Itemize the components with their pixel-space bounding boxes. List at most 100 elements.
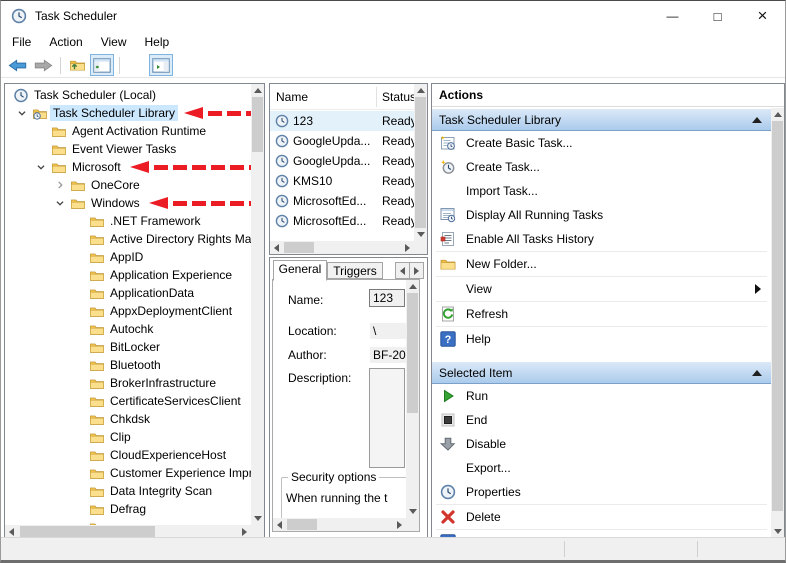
scroll-down-button[interactable]	[251, 512, 264, 525]
tree-expander-down-icon[interactable]	[15, 106, 32, 120]
scroll-left-button[interactable]	[270, 241, 283, 254]
list-horizontal-scrollbar[interactable]	[270, 241, 414, 254]
scroll-thumb[interactable]	[415, 97, 426, 228]
help-button[interactable]: ?	[124, 54, 148, 76]
scroll-right-button[interactable]	[393, 518, 406, 531]
action-end[interactable]: End	[432, 408, 771, 432]
tree-expander-down-icon[interactable]	[53, 196, 70, 210]
menu-action[interactable]: Action	[40, 33, 91, 51]
scroll-up-button[interactable]	[406, 280, 419, 293]
show-console-tree-button[interactable]	[90, 54, 114, 76]
task-row-googleupda[interactable]: GoogleUpda... Ready	[270, 131, 414, 151]
tree-item-defrag[interactable]: Defrag	[5, 500, 251, 518]
task-row-microsofted[interactable]: MicrosoftEd... Ready	[270, 211, 414, 231]
tree-item-windows[interactable]: Windows	[5, 194, 251, 212]
action-run[interactable]: Run	[432, 384, 771, 408]
tree-item-onecore[interactable]: OneCore	[5, 176, 251, 194]
tree-item-appid[interactable]: AppID	[5, 248, 251, 266]
tree-item-certificateservicesclient[interactable]: CertificateServicesClient	[5, 392, 251, 410]
menu-file[interactable]: File	[3, 33, 40, 51]
tree-item-customer-experience-improv[interactable]: Customer Experience Improv	[5, 464, 251, 482]
close-button[interactable]: ×	[740, 1, 785, 31]
detail-vertical-scrollbar[interactable]	[406, 280, 419, 518]
tree-expander-down-icon[interactable]	[34, 160, 51, 174]
scroll-thumb[interactable]	[20, 526, 155, 537]
up-one-level-button[interactable]	[65, 54, 89, 76]
tree-item-appxdeploymentclient[interactable]: AppxDeploymentClient	[5, 302, 251, 320]
tab-scroll-right-button[interactable]	[409, 262, 424, 279]
tree-item-microsoft[interactable]: Microsoft	[5, 158, 251, 176]
action-create-task[interactable]: Create Task...	[432, 155, 771, 179]
tree-item-application-experience[interactable]: Application Experience	[5, 266, 251, 284]
action-create-basic-task[interactable]: Create Basic Task...	[432, 131, 771, 155]
tree-item-autochk[interactable]: Autochk	[5, 320, 251, 338]
column-header-name[interactable]: Name	[270, 84, 308, 109]
scroll-down-button[interactable]	[406, 505, 419, 518]
tab-general[interactable]: General	[273, 260, 327, 281]
maximize-button[interactable]: □	[695, 1, 740, 31]
scroll-thumb[interactable]	[407, 293, 418, 413]
tree-item-chkdsk[interactable]: Chkdsk	[5, 410, 251, 428]
tree-item-brokerinfrastructure[interactable]: BrokerInfrastructure	[5, 374, 251, 392]
task-description-field[interactable]	[369, 368, 405, 468]
tree-item-agent-activation-runtime[interactable]: Agent Activation Runtime	[5, 122, 251, 140]
action-group-header-selected-item[interactable]: Selected Item	[432, 362, 771, 384]
menu-view[interactable]: View	[92, 33, 136, 51]
scroll-thumb[interactable]	[252, 97, 263, 152]
actions-vertical-scrollbar[interactable]	[771, 108, 784, 538]
tab-triggers[interactable]: Triggers	[327, 262, 383, 279]
action-view[interactable]: View	[432, 277, 771, 301]
tree-item-data-integrity-scan[interactable]: Data Integrity Scan	[5, 482, 251, 500]
scroll-thumb[interactable]	[287, 519, 317, 530]
scroll-thumb[interactable]	[284, 242, 314, 253]
action-new-folder[interactable]: New Folder...	[432, 252, 771, 276]
scroll-up-button[interactable]	[251, 84, 264, 97]
scroll-right-button[interactable]	[401, 241, 414, 254]
tree-item-cloudexperiencehost[interactable]: CloudExperienceHost	[5, 446, 251, 464]
scroll-up-button[interactable]	[771, 108, 784, 121]
tab-scroll-left-button[interactable]	[395, 262, 410, 279]
task-row-googleupda[interactable]: GoogleUpda... Ready	[270, 151, 414, 171]
tree-item-clip[interactable]: Clip	[5, 428, 251, 446]
action-group-header-task-scheduler-library[interactable]: Task Scheduler Library	[432, 109, 771, 131]
minimize-button[interactable]: —	[650, 1, 695, 31]
back-button[interactable]	[6, 54, 30, 76]
action-enable-all-tasks-history[interactable]: Enable All Tasks History	[432, 227, 771, 251]
scroll-thumb[interactable]	[772, 121, 783, 511]
action-disable[interactable]: Disable	[432, 432, 771, 456]
tree-item-task-scheduler-library[interactable]: Task Scheduler Library	[5, 104, 251, 122]
collapse-icon[interactable]	[752, 116, 762, 123]
tree-item-active-directory-rights-mana[interactable]: Active Directory Rights Mana	[5, 230, 251, 248]
collapse-icon[interactable]	[752, 369, 762, 376]
tree-expander-right-icon[interactable]	[53, 178, 70, 192]
action-export[interactable]: Export...	[432, 456, 771, 480]
action-import-task[interactable]: Import Task...	[432, 179, 771, 203]
column-header-status[interactable]: Status	[376, 84, 414, 109]
task-row-microsofted[interactable]: MicrosoftEd... Ready	[270, 191, 414, 211]
show-action-pane-button[interactable]	[149, 54, 173, 76]
action-refresh[interactable]: Refresh	[432, 302, 771, 326]
detail-horizontal-scrollbar[interactable]	[273, 518, 406, 531]
tree-item-task-scheduler-local[interactable]: Task Scheduler (Local)	[5, 86, 251, 104]
action-display-all-running-tasks[interactable]: Display All Running Tasks	[432, 203, 771, 227]
forward-button[interactable]	[31, 54, 55, 76]
tree-item-net-framework[interactable]: .NET Framework	[5, 212, 251, 230]
tree-item-bluetooth[interactable]: Bluetooth	[5, 356, 251, 374]
triangle-up-icon	[408, 284, 417, 289]
scroll-left-button[interactable]	[273, 518, 286, 531]
task-name-field[interactable]: 123	[369, 289, 405, 307]
scroll-up-button[interactable]	[414, 84, 427, 97]
menu-help[interactable]: Help	[136, 33, 179, 51]
tree-vertical-scrollbar[interactable]	[251, 84, 264, 525]
tree-item-event-viewer-tasks[interactable]: Event Viewer Tasks	[5, 140, 251, 158]
tree-item-partial[interactable]	[5, 518, 251, 525]
task-row-kms10[interactable]: KMS10 Ready	[270, 171, 414, 191]
list-vertical-scrollbar[interactable]	[414, 84, 427, 241]
tree-item-bitlocker[interactable]: BitLocker	[5, 338, 251, 356]
action-properties[interactable]: Properties	[432, 480, 771, 504]
scroll-down-button[interactable]	[414, 228, 427, 241]
task-row-123[interactable]: 123 Ready	[270, 111, 414, 131]
tree-item-applicationdata[interactable]: ApplicationData	[5, 284, 251, 302]
action-help[interactable]: ? Help	[432, 327, 771, 351]
action-delete[interactable]: Delete	[432, 505, 771, 529]
